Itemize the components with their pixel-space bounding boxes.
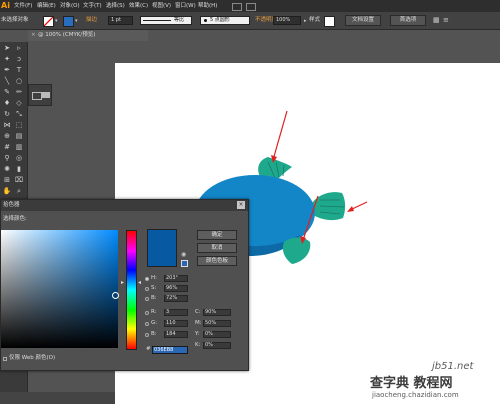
- radio-r[interactable]: [145, 311, 149, 315]
- annotation-arrow-top: [272, 110, 288, 161]
- g-label: G:: [151, 320, 158, 326]
- b-field[interactable]: 72%: [164, 295, 188, 302]
- h-label: H:: [151, 275, 157, 281]
- y-field[interactable]: 0%: [203, 331, 231, 338]
- s-label: S:: [151, 285, 157, 291]
- web-colors-label: 仅限 Web 颜色(O): [9, 355, 56, 361]
- web-colors-checkbox[interactable]: [3, 357, 7, 361]
- color-swatches-button[interactable]: 颜色色板: [197, 256, 237, 266]
- radio-b[interactable]: [145, 297, 149, 301]
- y-label: Y:: [195, 331, 200, 337]
- hex-label: #: [146, 346, 151, 352]
- r-label: R:: [151, 309, 157, 315]
- s-field[interactable]: 96%: [164, 285, 188, 292]
- arrow-head-icon: [347, 206, 354, 212]
- radio-h[interactable]: [145, 277, 149, 281]
- radio-g[interactable]: [145, 322, 149, 326]
- k-label: K:: [195, 342, 201, 348]
- fish-bottom-fin: [282, 237, 311, 264]
- hue-slider-left-arrow-icon[interactable]: ▸: [121, 280, 124, 286]
- ok-button[interactable]: 确定: [197, 230, 237, 240]
- m-field[interactable]: 50%: [203, 320, 231, 327]
- select-color-label: 选择颜色:: [3, 216, 27, 222]
- blue-field[interactable]: 184: [164, 331, 188, 338]
- watermark-title: 查字典 教程网: [370, 372, 453, 391]
- hex-field[interactable]: 036EB8: [152, 346, 188, 354]
- web-safe-color-icon[interactable]: [181, 260, 188, 267]
- out-of-gamut-icon[interactable]: ◉: [181, 251, 186, 258]
- m-label: M:: [195, 320, 202, 326]
- radio-s[interactable]: [145, 287, 149, 291]
- blue-label: B:: [151, 331, 157, 337]
- hue-slider[interactable]: [126, 230, 137, 350]
- c-field[interactable]: 90%: [203, 309, 231, 316]
- cancel-button[interactable]: 取消: [197, 243, 237, 253]
- new-color-swatch: [147, 229, 177, 267]
- status-bar: [0, 392, 115, 404]
- color-picker-dialog: 拾色器 × 选择颜色: ▸ ◂ ◉ 确定 取消 颜色色板 H: 203° S: …: [0, 199, 249, 371]
- hue-slider-right-arrow-icon[interactable]: ◂: [138, 280, 141, 286]
- color-field-cursor[interactable]: [112, 292, 119, 299]
- c-label: C:: [195, 309, 201, 315]
- watermark-jb51: jb51.net: [432, 361, 474, 372]
- color-field[interactable]: [1, 230, 119, 348]
- g-field[interactable]: 110: [164, 320, 188, 327]
- dialog-title: 拾色器: [1, 200, 248, 211]
- h-field[interactable]: 203°: [164, 275, 188, 282]
- k-field[interactable]: 0%: [203, 342, 231, 349]
- b-label: B:: [151, 295, 157, 301]
- close-icon[interactable]: ×: [237, 201, 245, 209]
- watermark-url: jiaocheng.chazidian.com: [372, 391, 459, 399]
- r-field[interactable]: 3: [164, 309, 188, 316]
- radio-blue[interactable]: [145, 333, 149, 337]
